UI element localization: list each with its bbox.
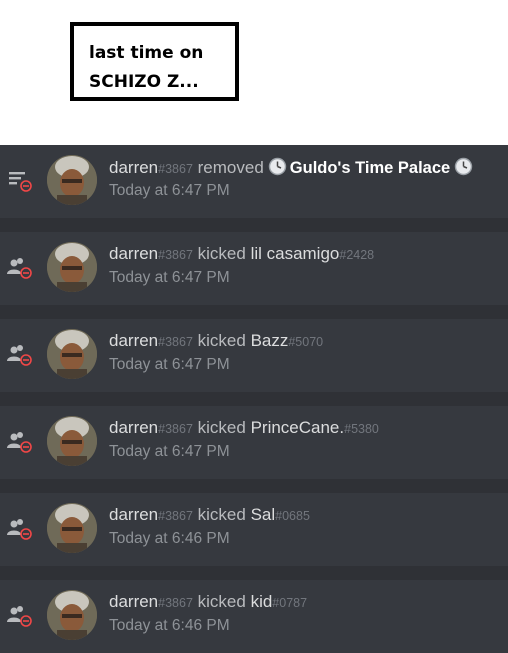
avatar[interactable]	[47, 155, 97, 205]
target-username[interactable]: kid	[251, 592, 273, 611]
timestamp: Today at 6:46 PM	[109, 617, 230, 634]
clock-emoji-icon	[454, 157, 473, 176]
timestamp: Today at 6:47 PM	[109, 269, 230, 286]
timestamp: Today at 6:47 PM	[109, 443, 230, 460]
entry-text: darren#3867 kicked lil casamigo#2428	[109, 244, 374, 264]
entry-text: darren#3867 kicked Sal#0685	[109, 505, 310, 525]
action-text: kicked	[197, 331, 246, 350]
user-discriminator: #3867	[158, 596, 193, 610]
audit-log-entry[interactable]: darren#3867 kicked Sal#0685 Today at 6:4…	[0, 493, 508, 566]
timestamp: Today at 6:47 PM	[109, 356, 230, 373]
target-discriminator: #0685	[275, 509, 310, 523]
channel-delete-icon	[6, 169, 34, 193]
avatar[interactable]	[47, 590, 97, 640]
member-kick-icon	[6, 430, 34, 454]
user-discriminator: #3867	[158, 335, 193, 349]
audit-log-entry[interactable]: darren#3867 kicked lil casamigo#2428 Tod…	[0, 232, 508, 305]
target-discriminator: #5070	[288, 335, 324, 349]
channel-name: Guldo's Time Palace	[289, 159, 451, 177]
target-discriminator: #5380	[344, 422, 379, 436]
target-username[interactable]: Bazz	[251, 331, 289, 350]
caption-line-2: SCHIZO Z...	[89, 72, 199, 92]
username[interactable]: darren	[109, 158, 158, 177]
audit-log-entry[interactable]: darren#3867 kicked kid#0787 Today at 6:4…	[0, 580, 508, 653]
member-kick-icon	[6, 343, 34, 367]
username[interactable]: darren	[109, 505, 158, 524]
clock-emoji-icon	[268, 157, 287, 176]
audit-log: darren#3867 removed Guldo's Time Palace T…	[0, 145, 508, 653]
audit-log-entry[interactable]: darren#3867 kicked Bazz#5070 Today at 6:…	[0, 319, 508, 392]
caption-line-1: last time on	[89, 43, 204, 63]
avatar[interactable]	[47, 416, 97, 466]
username[interactable]: darren	[109, 244, 158, 263]
user-discriminator: #3867	[158, 509, 193, 523]
action-text: kicked	[197, 505, 246, 524]
entry-text: darren#3867 kicked kid#0787	[109, 592, 307, 612]
entry-text: darren#3867 kicked PrinceCane.#5380	[109, 418, 379, 438]
timestamp: Today at 6:46 PM	[109, 530, 230, 547]
member-kick-icon	[6, 517, 34, 541]
user-discriminator: #3867	[158, 162, 193, 176]
action-text: kicked	[197, 592, 246, 611]
action-text: removed	[197, 158, 264, 177]
meme-header: last time on SCHIZO Z...	[0, 0, 508, 145]
user-discriminator: #3867	[158, 248, 193, 262]
target-discriminator: #0787	[272, 596, 308, 610]
target-discriminator: #2428	[339, 248, 375, 262]
action-text: kicked	[197, 418, 246, 437]
entry-text: darren#3867 removed Guldo's Time Palace	[109, 157, 476, 178]
avatar[interactable]	[47, 503, 97, 553]
action-text: kicked	[197, 244, 246, 263]
avatar[interactable]	[47, 329, 97, 379]
audit-log-entry[interactable]: darren#3867 removed Guldo's Time Palace T…	[0, 145, 508, 218]
entry-text: darren#3867 kicked Bazz#5070	[109, 331, 323, 351]
username[interactable]: darren	[109, 331, 158, 350]
user-discriminator: #3867	[158, 422, 193, 436]
member-kick-icon	[6, 256, 34, 280]
target-username[interactable]: Sal	[251, 505, 276, 524]
timestamp: Today at 6:47 PM	[109, 182, 230, 199]
caption-box: last time on SCHIZO Z...	[70, 22, 239, 101]
target-username[interactable]: PrinceCane.	[251, 418, 345, 437]
avatar[interactable]	[47, 242, 97, 292]
username[interactable]: darren	[109, 592, 158, 611]
member-kick-icon	[6, 604, 34, 628]
audit-log-entry[interactable]: darren#3867 kicked PrinceCane.#5380 Toda…	[0, 406, 508, 479]
username[interactable]: darren	[109, 418, 158, 437]
target-username[interactable]: lil casamigo	[251, 244, 340, 263]
